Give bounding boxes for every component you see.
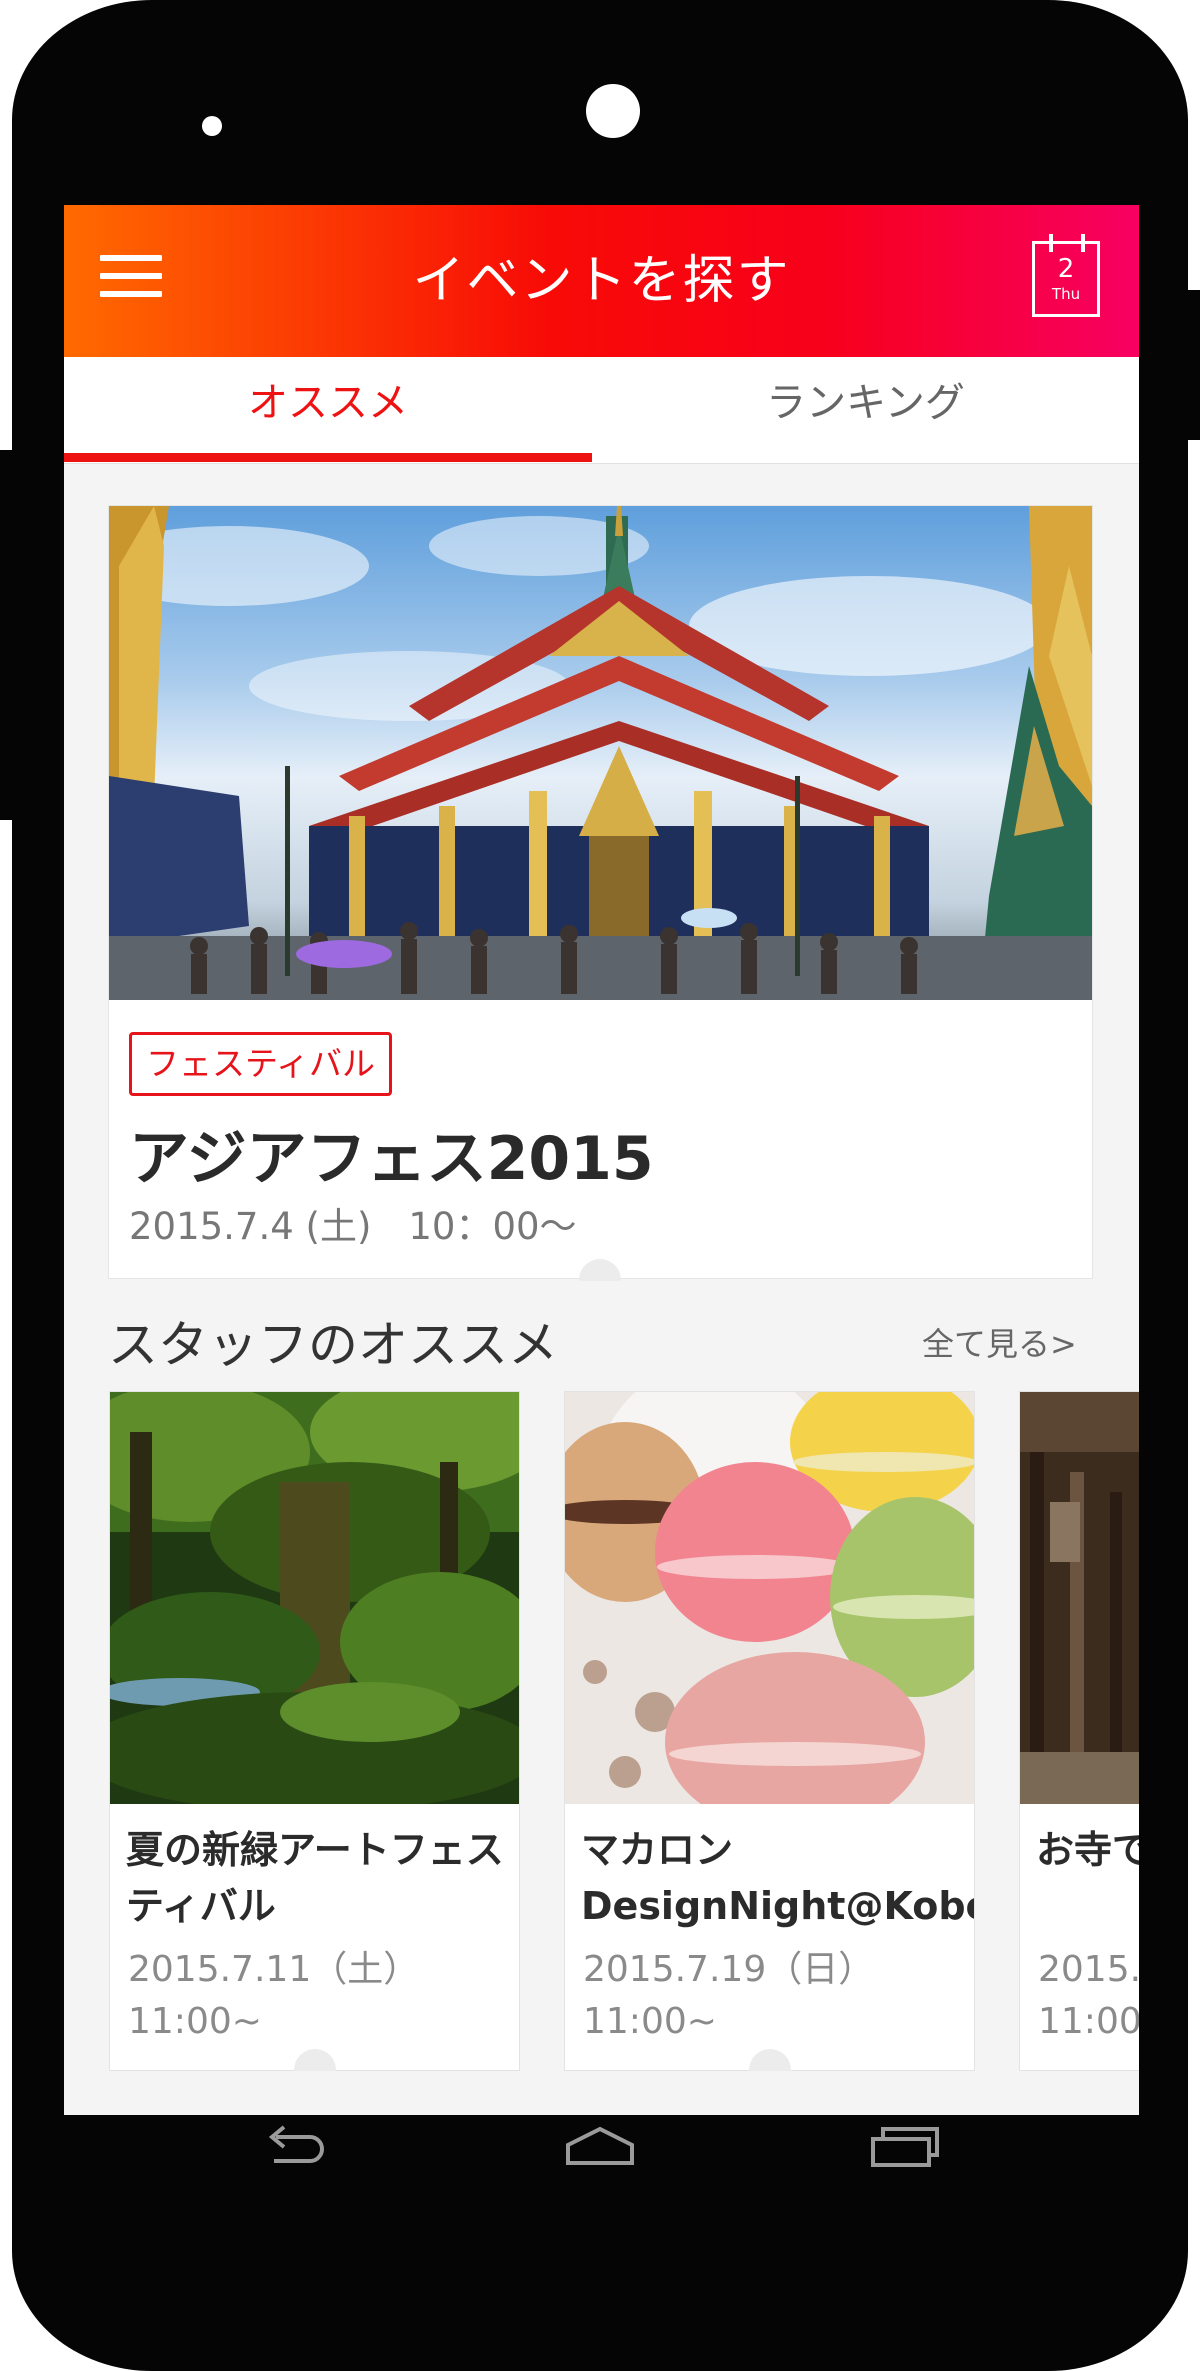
back-icon[interactable] [260,2123,332,2171]
featured-title: アジアフェス2015 [129,1124,654,1194]
card-title: マカロンDesignNight@Kobe [581,1828,975,1928]
app-title: イベントを探す [412,251,791,311]
app-screen: イベントを探す 2 Thu オススメ ランキング フェスティバル アジアフェス2… [64,205,1139,2115]
tab-ranking[interactable]: ランキング [592,357,1139,463]
camera-dot [202,116,222,136]
front-camera [586,84,640,138]
event-card[interactable]: 夏の新緑アートフェスティバル 2015.7.11（土） 11:00~ [109,1391,520,2071]
card-title: お寺で [1036,1828,1139,1872]
calendar-icon[interactable]: 2 Thu [1032,234,1100,317]
event-card[interactable]: お寺で 2015. 11:00 [1019,1391,1139,2071]
category-tag[interactable]: フェスティバル [129,1032,393,1096]
temple-photo [109,506,1092,1000]
card-date: 2015.7.11（土） 11:00~ [128,1944,419,2048]
card-date: 2015. 11:00 [1038,1944,1139,2048]
featured-date: 2015.7.4 (土) 10：00〜 [129,1205,577,1248]
tab-bar: オススメ ランキング [64,357,1139,464]
power-button [1176,290,1200,440]
calendar-day: 2 [1057,254,1075,284]
card-date-text: 2015.7.11（土） [128,1949,420,1990]
macaron-photo [565,1392,974,1804]
calendar-weekday: Thu [1051,285,1081,303]
card-title: 夏の新緑アートフェスティバル [126,1828,504,1928]
temple-corridor-photo [1020,1392,1139,1804]
card-time-text: 11:00~ [128,2001,262,2042]
card-date-text: 2015.7.19（日） [583,1949,875,1990]
card-date-text: 2015. [1038,1949,1139,1990]
event-card[interactable]: マカロンDesignNight@Kobe 2015.7.19（日） 11:00~ [564,1391,975,2071]
tab-recommended[interactable]: オススメ [64,357,592,463]
featured-event-card[interactable]: フェスティバル アジアフェス2015 2015.7.4 (土) 10：00〜 [108,505,1093,1279]
volume-button [0,450,20,820]
card-time-text: 11:00~ [583,2001,717,2042]
app-bar: イベントを探す 2 Thu [64,205,1139,357]
recents-icon[interactable] [869,2123,941,2171]
card-time-text: 11:00 [1038,2001,1139,2042]
card-date: 2015.7.19（日） 11:00~ [583,1944,874,2048]
system-nav-bar [64,2115,1139,2185]
see-all-link[interactable]: 全て見る> [922,1319,1077,1365]
tab-indicator [64,453,592,462]
forest-photo [110,1392,519,1804]
home-icon[interactable] [564,2123,636,2171]
section-title: スタッフのオススメ [108,1316,558,1374]
menu-icon[interactable] [100,255,162,305]
